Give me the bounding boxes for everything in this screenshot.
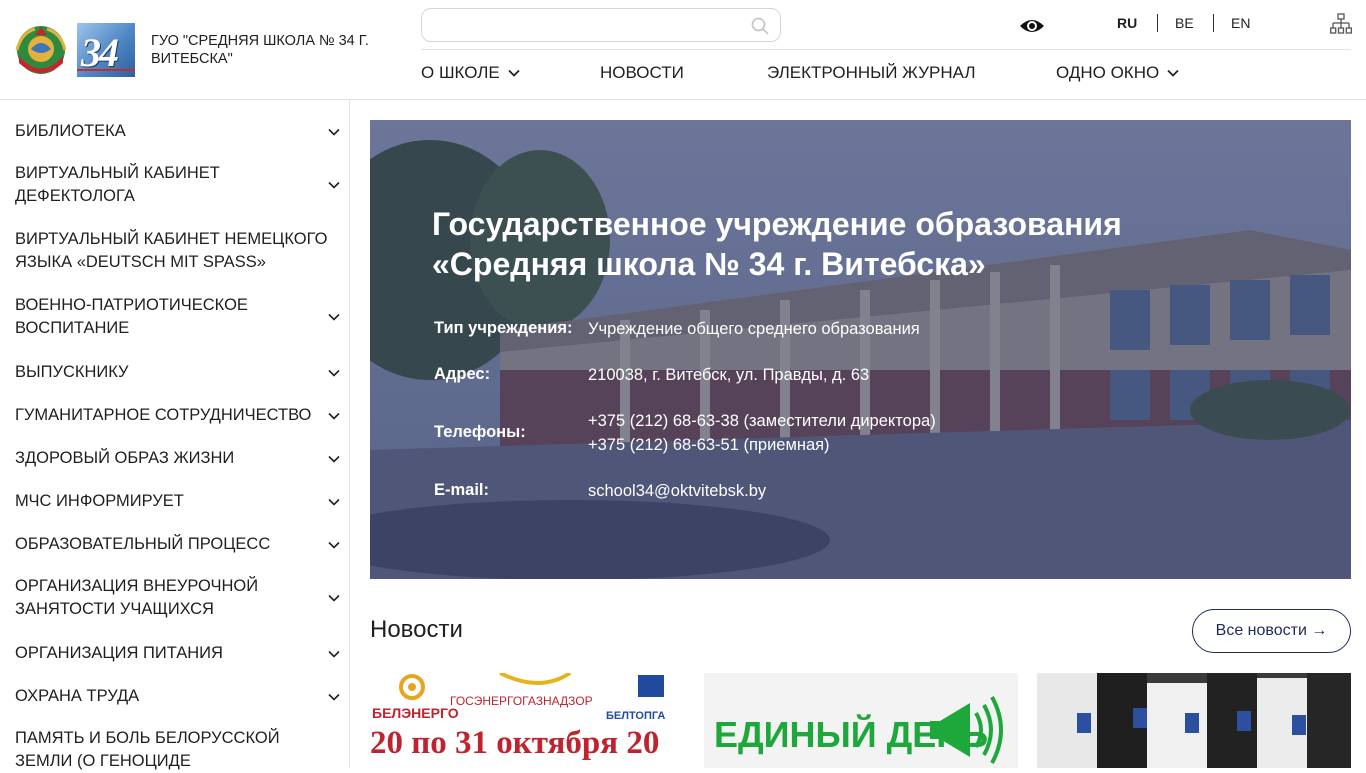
search-icon[interactable]: [750, 16, 770, 36]
sidebar-item-label: ЗДОРОВЫЙ ОБРАЗ ЖИЗНИ: [15, 449, 235, 467]
sidebar-item-emergency[interactable]: МЧС ИНФОРМИРУЕТ: [15, 490, 340, 513]
news-card[interactable]: ЕДИНЫЙ ДЕНЬ: [704, 673, 1018, 768]
institution-type-label: Тип учреждения:: [434, 319, 573, 337]
phones-label: Телефоны:: [434, 423, 526, 441]
address-value: 210038, г. Витебск, ул. Правды, д. 63: [588, 366, 870, 384]
sidebar-item-label: ПАМЯТЬ И БОЛЬ БЕЛОРУССКОЙ ЗЕМЛИ (О ГЕНОЦ…: [15, 729, 280, 770]
hero-banner: Государственное учреждение образования «…: [370, 120, 1351, 579]
phone-reception[interactable]: +375 (212) 68-63-51 (приемная): [588, 433, 830, 457]
chevron-down-icon[interactable]: [328, 128, 340, 136]
sidebar-item-label: ВЫПУСКНИКУ: [15, 363, 129, 381]
chevron-down-icon[interactable]: [328, 181, 340, 189]
chevron-down-icon[interactable]: [328, 693, 340, 701]
sidebar-item-label: ОХРАНА ТРУДА: [15, 687, 140, 705]
chevron-down-icon[interactable]: [328, 412, 340, 420]
email-link[interactable]: school34@oktvitebsk.by: [588, 479, 766, 503]
lang-divider: [1213, 14, 1214, 32]
sidebar-item-label: ГУМАНИТАРНОЕ СОТРУДНИЧЕСТВО: [15, 406, 312, 424]
sidebar-item-healthy-lifestyle[interactable]: ЗДОРОВЫЙ ОБРАЗ ЖИЗНИ: [15, 447, 340, 470]
state-emblem-icon[interactable]: [15, 23, 67, 77]
news-image-text: ГОСЭНЕРГОГАЗНАДЗОР: [450, 694, 593, 708]
news-card[interactable]: ГОСЭНЕРГОГАЗНАДЗОР БЕЛЭНЕРГО БЕЛТОПГА 20…: [370, 673, 684, 768]
nav-one-window-label: ОДНО ОКНО: [1056, 63, 1160, 82]
lang-ru[interactable]: RU: [1117, 15, 1137, 31]
sidebar-item-graduate[interactable]: ВЫПУСКНИКУ: [15, 361, 340, 384]
news-image-text: БЕЛЭНЕРГО: [372, 705, 459, 721]
news-image-text: БЕЛТОПГА: [606, 710, 665, 722]
sidebar-item-label: МЧС ИНФОРМИРУЕТ: [15, 492, 184, 510]
sitemap-icon[interactable]: [1330, 13, 1352, 35]
nav-about-school-label: О ШКОЛЕ: [421, 63, 500, 82]
institution-type-value: Учреждение общего среднего образования: [588, 320, 920, 338]
sidebar-item-labor-protection[interactable]: ОХРАНА ТРУДА: [15, 685, 340, 708]
lang-divider: [1157, 14, 1158, 32]
news-image-text: 20 по 31 октября 20: [370, 725, 659, 761]
sidebar-item-label: ВИРТУАЛЬНЫЙ КАБИНЕТ НЕМЕЦКОГО ЯЗЫКА «DEU…: [15, 230, 328, 271]
chevron-down-icon[interactable]: [328, 369, 340, 377]
nav-electronic-journal-label: ЭЛЕКТРОННЫЙ ЖУРНАЛ: [767, 63, 976, 82]
news-card[interactable]: [1037, 673, 1351, 768]
sidebar-item-label: ОРГАНИЗАЦИЯ ВНЕУРОЧНОЙ ЗАНЯТОСТИ УЧАЩИХС…: [15, 577, 259, 618]
nav-about-school[interactable]: О ШКОЛЕ: [421, 63, 520, 83]
search-box[interactable]: [421, 8, 781, 42]
chevron-down-icon[interactable]: [328, 594, 340, 602]
chevron-down-icon: [1167, 69, 1179, 77]
address-label: Адрес:: [434, 365, 491, 383]
news-image-energy: ГОСЭНЕРГОГАЗНАДЗОР БЕЛЭНЕРГО БЕЛТОПГА 20…: [370, 673, 684, 768]
chevron-down-icon[interactable]: [328, 650, 340, 658]
sidebar-item-humanitarian[interactable]: ГУМАНИТАРНОЕ СОТРУДНИЧЕСТВО: [15, 404, 340, 427]
sidebar-item-label: ВИРТУАЛЬНЫЙ КАБИНЕТ ДЕФЕКТОЛОГА: [15, 164, 220, 205]
school-logo[interactable]: 34: [77, 23, 135, 77]
nav-news-label: НОВОСТИ: [600, 63, 684, 82]
chevron-down-icon: [508, 69, 520, 77]
sidebar-item-military-patriotic[interactable]: ВОЕННО-ПАТРИОТИЧЕСКОЕ ВОСПИТАНИЕ: [15, 294, 340, 340]
nav-one-window[interactable]: ОДНО ОКНО: [1056, 63, 1179, 83]
chevron-down-icon[interactable]: [328, 541, 340, 549]
hero-title: Государственное учреждение образования «…: [432, 206, 1122, 282]
chevron-down-icon[interactable]: [328, 498, 340, 506]
sidebar-item-label: ОБРАЗОВАТЕЛЬНЫЙ ПРОЦЕСС: [15, 535, 271, 553]
sidebar-item-defectologist[interactable]: ВИРТУАЛЬНЫЙ КАБИНЕТ ДЕФЕКТОЛОГА: [15, 162, 340, 208]
sidebar-item-educational-process[interactable]: ОБРАЗОВАТЕЛЬНЫЙ ПРОЦЕСС: [15, 533, 340, 556]
accessibility-eye-icon[interactable]: [1019, 15, 1045, 37]
news-image-unified-day: ЕДИНЫЙ ДЕНЬ: [704, 673, 1017, 768]
sidebar-item-library[interactable]: БИБЛИОТЕКА: [15, 120, 340, 143]
news-section-title: Новости: [370, 616, 463, 643]
sidebar: БИБЛИОТЕКА ВИРТУАЛЬНЫЙ КАБИНЕТ ДЕФЕКТОЛО…: [0, 100, 350, 770]
nav-electronic-journal[interactable]: ЭЛЕКТРОННЫЙ ЖУРНАЛ: [767, 63, 976, 83]
hero-overlay: [370, 120, 1351, 579]
sidebar-item-memory[interactable]: ПАМЯТЬ И БОЛЬ БЕЛОРУССКОЙ ЗЕМЛИ (О ГЕНОЦ…: [15, 727, 340, 773]
site-header: 34 ГУО "СРЕДНЯЯ ШКОЛА № 34 Г. ВИТЕБСКА" …: [0, 0, 1366, 100]
nav-news[interactable]: НОВОСТИ: [600, 63, 684, 83]
sidebar-item-label: ВОЕННО-ПАТРИОТИЧЕСКОЕ ВОСПИТАНИЕ: [15, 296, 248, 337]
news-image-students-photo: [1037, 673, 1351, 768]
sidebar-item-german[interactable]: ВИРТУАЛЬНЫЙ КАБИНЕТ НЕМЕЦКОГО ЯЗЫКА «DEU…: [15, 228, 340, 274]
email-label: E-mail:: [434, 481, 490, 499]
sidebar-item-nutrition[interactable]: ОРГАНИЗАЦИЯ ПИТАНИЯ: [15, 642, 340, 665]
sidebar-item-label: БИБЛИОТЕКА: [15, 122, 126, 140]
chevron-down-icon[interactable]: [328, 313, 340, 321]
school-name[interactable]: ГУО "СРЕДНЯЯ ШКОЛА № 34 Г. ВИТЕБСКА": [151, 32, 371, 68]
sidebar-item-extracurricular[interactable]: ОРГАНИЗАЦИЯ ВНЕУРОЧНОЙ ЗАНЯТОСТИ УЧАЩИХС…: [15, 575, 340, 621]
lang-be[interactable]: BE: [1175, 15, 1194, 31]
lang-en[interactable]: EN: [1231, 15, 1250, 31]
chevron-down-icon[interactable]: [328, 455, 340, 463]
logo-stripe: [77, 69, 135, 71]
sidebar-item-label: ОРГАНИЗАЦИЯ ПИТАНИЯ: [15, 644, 223, 662]
search-input[interactable]: [436, 10, 756, 40]
header-divider: [421, 49, 1351, 50]
all-news-button[interactable]: Все новости →: [1192, 609, 1351, 653]
phone-deputy[interactable]: +375 (212) 68-63-38 (заместители директо…: [588, 409, 936, 433]
